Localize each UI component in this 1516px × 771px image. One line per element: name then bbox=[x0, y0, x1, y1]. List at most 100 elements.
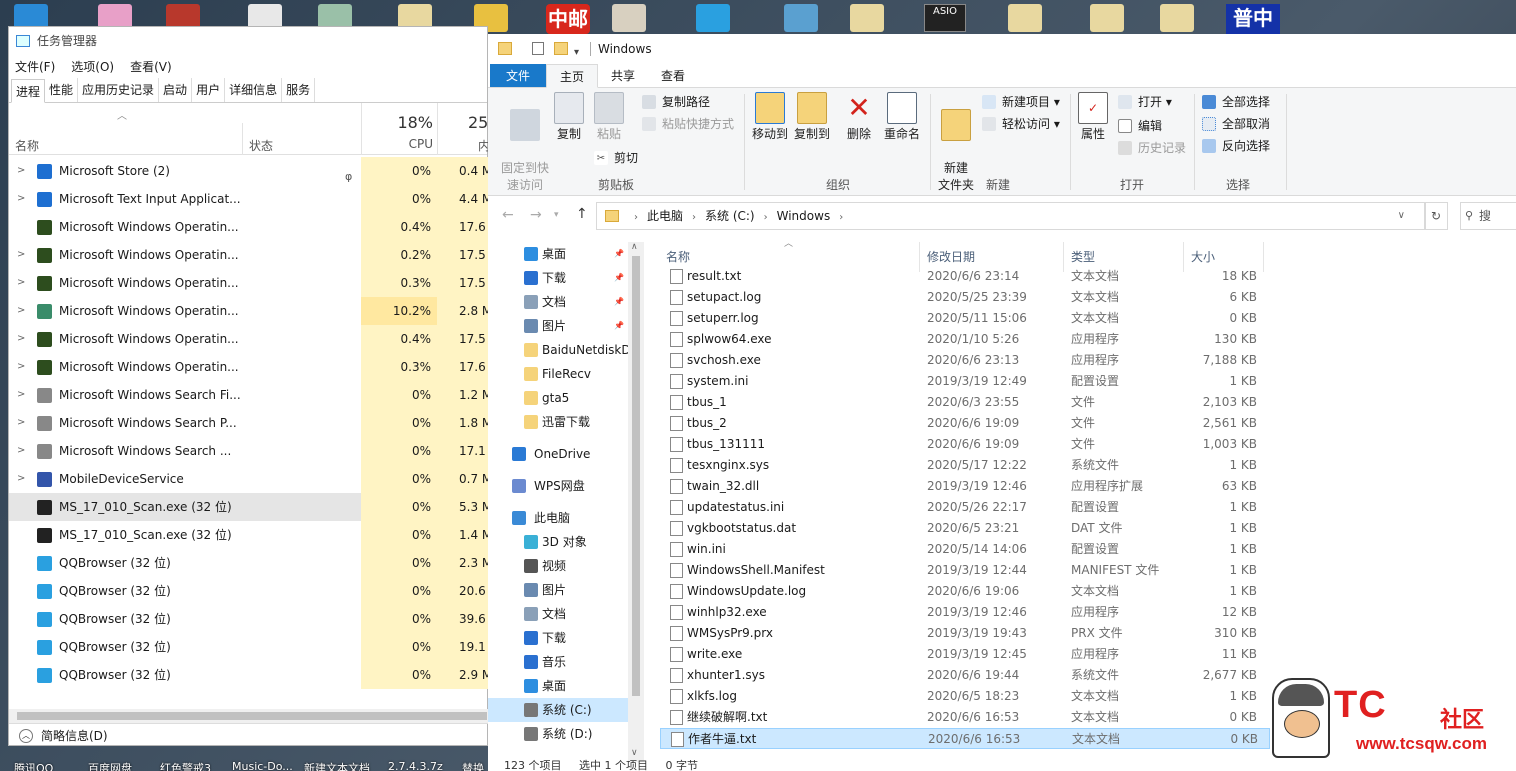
desktop-app-icon[interactable] bbox=[784, 4, 818, 32]
process-row[interactable]: MS_17_010_Scan.exe (32 位) 0% 5.3 M bbox=[9, 493, 489, 521]
nav-item[interactable]: 桌面 bbox=[488, 674, 628, 698]
nav-item[interactable]: OneDrive bbox=[488, 442, 628, 466]
expand-chevron-icon[interactable]: > bbox=[17, 381, 25, 409]
expand-chevron-icon[interactable]: > bbox=[17, 297, 25, 325]
column-type[interactable]: 类型 bbox=[1071, 248, 1095, 265]
process-row[interactable]: > Microsoft Text Input Applicat... 0% 4.4 M bbox=[9, 185, 489, 213]
breadcrumb-this-pc[interactable]: 此电脑 bbox=[647, 209, 683, 223]
expand-chevron-icon[interactable]: > bbox=[17, 409, 25, 437]
nav-item[interactable]: 迅雷下载 bbox=[488, 410, 628, 434]
address-chevron-icon[interactable]: › bbox=[692, 212, 696, 223]
tab-startup[interactable]: 启动 bbox=[159, 78, 193, 102]
refresh-button[interactable]: ↻ bbox=[1424, 202, 1448, 230]
scrollbar-thumb[interactable] bbox=[17, 712, 487, 720]
select-all-button[interactable]: 全部选择 bbox=[1202, 94, 1270, 110]
rename-button[interactable]: 重命名 bbox=[882, 92, 922, 143]
column-divider[interactable] bbox=[242, 123, 243, 155]
file-row[interactable]: tbus_1 2020/6/3 23:55 文件 2,103 KB bbox=[660, 392, 1270, 413]
navigation-scrollbar[interactable]: ∧ ∨ bbox=[628, 242, 644, 762]
back-arrow-icon[interactable]: ← bbox=[502, 207, 514, 223]
nav-item[interactable]: BaiduNetdiskD bbox=[488, 338, 628, 362]
tab-details[interactable]: 详细信息 bbox=[225, 78, 283, 102]
file-row[interactable]: WindowsShell.Manifest 2019/3/19 12:44 MANI… bbox=[660, 560, 1270, 581]
expand-chevron-icon[interactable]: > bbox=[17, 465, 25, 493]
paste-shortcut-button[interactable]: 粘贴快捷方式 bbox=[642, 116, 734, 132]
process-row[interactable]: > Microsoft Windows Operatin... 0.3%17.5 M bbox=[9, 269, 489, 297]
expand-chevron-icon[interactable]: > bbox=[17, 353, 25, 381]
address-bar[interactable]: › 此电脑 › 系统 (C:) › Windows › ∨ bbox=[596, 202, 1426, 230]
nav-item[interactable]: FileRecv bbox=[488, 362, 628, 386]
nav-item[interactable]: 音乐 bbox=[488, 650, 628, 674]
desktop-folder-icon[interactable] bbox=[1160, 4, 1194, 32]
expand-chevron-icon[interactable]: > bbox=[17, 185, 25, 213]
properties-quick-icon[interactable] bbox=[532, 42, 544, 55]
file-row[interactable]: 作者牛逼.txt 2020/6/6 16:53 文本文档 0 KB bbox=[660, 728, 1270, 749]
tab-services[interactable]: 服务 bbox=[282, 78, 316, 102]
column-cpu[interactable]: 18% CPU bbox=[361, 103, 437, 155]
forward-arrow-icon[interactable]: → bbox=[530, 207, 542, 223]
file-row[interactable]: tbus_131111 2020/6/6 19:09 文件 1,003 KB bbox=[660, 434, 1270, 455]
nav-item[interactable]: 下载 bbox=[488, 626, 628, 650]
process-row[interactable]: QQBrowser (32 位) 0%39.6 M bbox=[9, 605, 489, 633]
expand-chevron-icon[interactable]: > bbox=[17, 437, 25, 465]
file-row[interactable]: xhunter1.sys 2020/6/6 19:44 系统文件 2,677 KB bbox=[660, 665, 1270, 686]
column-memory[interactable]: 25 内 bbox=[437, 103, 489, 155]
nav-item[interactable]: 视频 bbox=[488, 554, 628, 578]
process-row[interactable]: > Microsoft Windows Operatin... 10.2% 2.8 M bbox=[9, 297, 489, 325]
file-row[interactable]: twain_32.dll 2019/3/19 12:46 应用程序扩展 63 KB bbox=[660, 476, 1270, 497]
desktop-app-icon[interactable] bbox=[696, 4, 730, 32]
fewer-details-button[interactable]: ︿ 简略信息(D) bbox=[9, 723, 489, 747]
scrollbar-thumb[interactable] bbox=[632, 256, 640, 696]
expand-chevron-icon[interactable]: > bbox=[17, 269, 25, 297]
cut-button[interactable]: ✂ 剪切 bbox=[594, 150, 638, 166]
file-row[interactable]: tesxnginx.sys 2020/5/17 12:22 系统文件 1 KB bbox=[660, 455, 1270, 476]
menu-options[interactable]: 选项(O) bbox=[71, 58, 114, 75]
copy-to-button[interactable]: 复制到 bbox=[792, 92, 832, 143]
file-row[interactable]: xlkfs.log 2020/6/5 18:23 文本文档 1 KB bbox=[660, 686, 1270, 707]
scroll-down-icon[interactable]: ∨ bbox=[631, 748, 638, 758]
nav-item[interactable]: 此电脑 bbox=[488, 506, 628, 530]
address-chevron-icon[interactable]: › bbox=[839, 212, 843, 223]
expand-chevron-icon[interactable]: > bbox=[17, 325, 25, 353]
menu-view[interactable]: 查看(V) bbox=[130, 58, 172, 75]
file-row[interactable]: svchosh.exe 2020/6/6 23:13 应用程序 7,188 KB bbox=[660, 350, 1270, 371]
new-folder-quick-icon[interactable] bbox=[554, 42, 568, 55]
invert-selection-button[interactable]: 反向选择 bbox=[1202, 138, 1270, 154]
desktop-folder-icon[interactable] bbox=[850, 4, 884, 32]
process-row[interactable]: > Microsoft Windows Search Fi... 0% 1.2 M bbox=[9, 381, 489, 409]
column-date[interactable]: 修改日期 bbox=[927, 248, 975, 265]
process-row[interactable]: > Microsoft Windows Operatin... 0.2%17.5 M bbox=[9, 241, 489, 269]
horizontal-scrollbar[interactable] bbox=[9, 709, 489, 723]
expand-chevron-icon[interactable]: > bbox=[17, 157, 25, 185]
nav-item[interactable]: 桌面 📌 bbox=[488, 242, 628, 266]
recent-locations-chevron-icon[interactable]: ▾ bbox=[554, 210, 559, 220]
delete-button[interactable]: ✕ 删除 bbox=[844, 92, 874, 143]
nav-item[interactable]: WPS网盘 bbox=[488, 474, 628, 498]
edit-button[interactable]: 编辑 bbox=[1118, 118, 1162, 134]
process-row[interactable]: > Microsoft Windows Search P... 0% 1.8 M bbox=[9, 409, 489, 437]
breadcrumb-system-c[interactable]: 系统 (C:) bbox=[705, 209, 755, 223]
column-size[interactable]: 大小 bbox=[1191, 248, 1215, 265]
history-button[interactable]: 历史记录 bbox=[1118, 140, 1186, 156]
tab-processes[interactable]: 进程 bbox=[11, 79, 46, 103]
address-chevron-icon[interactable]: › bbox=[764, 212, 768, 223]
move-to-button[interactable]: 移动到 bbox=[750, 92, 790, 143]
ribbon-tab-share[interactable]: 共享 bbox=[598, 64, 648, 87]
file-row[interactable]: win.ini 2020/5/14 14:06 配置设置 1 KB bbox=[660, 539, 1270, 560]
copy-path-button[interactable]: 复制路径 bbox=[642, 94, 710, 110]
expand-chevron-icon[interactable]: > bbox=[17, 241, 25, 269]
process-row[interactable]: QQBrowser (32 位) 0% 2.3 M bbox=[9, 549, 489, 577]
process-row[interactable]: > Microsoft Windows Operatin... 0.4%17.5 M bbox=[9, 325, 489, 353]
explorer-titlebar[interactable]: ▾ Windows bbox=[488, 34, 1516, 64]
nav-item[interactable]: 文档 📌 bbox=[488, 290, 628, 314]
address-chevron-icon[interactable]: › bbox=[634, 212, 638, 223]
file-row[interactable]: WMSysPr9.prx 2019/3/19 19:43 PRX 文件 310 KB bbox=[660, 623, 1270, 644]
process-row[interactable]: MS_17_010_Scan.exe (32 位) 0% 1.4 M bbox=[9, 521, 489, 549]
desktop-asio-icon[interactable]: ASIO bbox=[924, 4, 966, 32]
process-row[interactable]: > Microsoft Windows Search ... 0%17.1 M bbox=[9, 437, 489, 465]
ribbon-tab-view[interactable]: 查看 bbox=[648, 64, 698, 87]
nav-item[interactable]: 图片 bbox=[488, 578, 628, 602]
process-row[interactable]: QQBrowser (32 位) 0% 2.9 M bbox=[9, 661, 489, 689]
desktop-app-icon[interactable] bbox=[612, 4, 646, 32]
nav-item[interactable]: 文档 bbox=[488, 602, 628, 626]
